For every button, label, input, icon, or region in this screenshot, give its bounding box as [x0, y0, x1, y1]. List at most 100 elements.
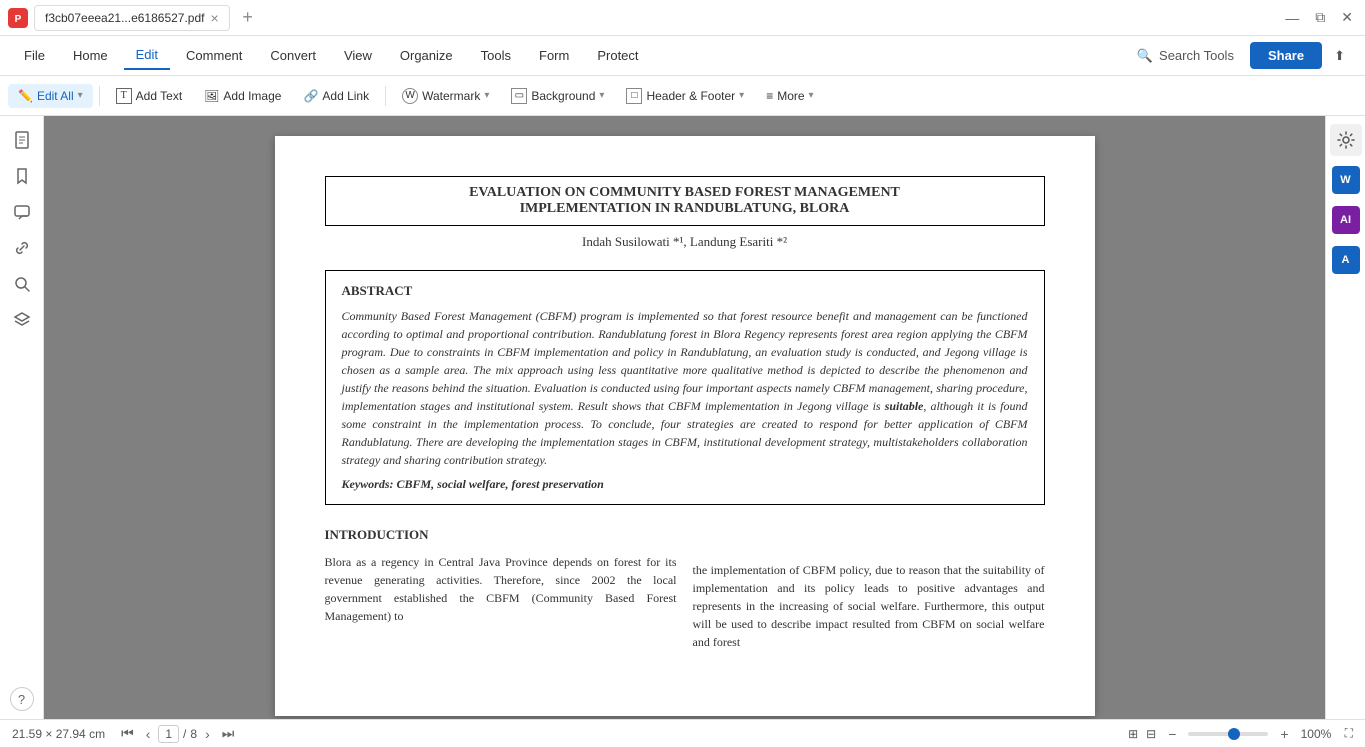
sidebar-comment-icon[interactable]	[6, 196, 38, 228]
word-plugin-icon[interactable]: W	[1330, 164, 1362, 196]
intro-title: INTRODUCTION	[325, 525, 677, 545]
page-navigation: ⏮ ‹ 1 / 8 › ⏭	[117, 723, 238, 744]
window-controls: — ⧉ ✕	[1281, 7, 1357, 28]
header-footer-label: Header & Footer	[646, 89, 735, 103]
chevron-down-icon4: ▾	[739, 90, 744, 101]
menu-organize[interactable]: Organize	[388, 42, 465, 69]
bottom-bar: 21.59 × 27.94 cm ⏮ ‹ 1 / 8 › ⏭ ⊞ ⊟ − + 1…	[0, 719, 1365, 747]
menu-view[interactable]: View	[332, 42, 384, 69]
background-label: Background	[531, 89, 595, 103]
chevron-down-icon5: ▾	[809, 90, 814, 101]
last-page-button[interactable]: ⏭	[218, 723, 239, 744]
toolbar: ✏️ Edit All ▾ T Add Text 🖼 Add Image 🔗 A…	[0, 76, 1365, 116]
zoom-slider[interactable]	[1188, 732, 1268, 736]
new-tab-button[interactable]: +	[236, 6, 260, 30]
first-page-button[interactable]: ⏮	[117, 723, 138, 744]
menu-home[interactable]: Home	[61, 42, 120, 69]
sidebar-search-icon[interactable]	[6, 268, 38, 300]
pdf-title-line1: EVALUATION ON COMMUNITY BASED FOREST MAN…	[346, 185, 1024, 201]
pdf-title-line2: IMPLEMENTATION IN RANDUBLATUNG, BLORA	[346, 201, 1024, 217]
sidebar-document-icon[interactable]	[6, 124, 38, 156]
add-image-label: Add Image	[223, 89, 281, 103]
menu-file[interactable]: File	[12, 42, 57, 69]
search-icon: 🔍	[1137, 48, 1153, 64]
word2-plugin-icon[interactable]: A	[1330, 244, 1362, 276]
two-column-section: INTRODUCTION Blora as a regency in Centr…	[325, 525, 1045, 651]
restore-button[interactable]: ⧉	[1311, 7, 1329, 28]
share-button[interactable]: Share	[1250, 42, 1322, 69]
separator	[99, 86, 100, 106]
fullscreen-button[interactable]: ⛶	[1345, 726, 1353, 741]
prev-page-button[interactable]: ‹	[142, 724, 155, 744]
fit-page-button[interactable]: ⊞	[1128, 727, 1138, 741]
sidebar-link-icon[interactable]	[6, 232, 38, 264]
intro-col2: the implementation of CBFM policy, due t…	[693, 525, 1045, 651]
minimize-button[interactable]: —	[1281, 8, 1303, 28]
close-button[interactable]: ✕	[1337, 7, 1357, 28]
watermark-button[interactable]: W Watermark ▾	[392, 83, 499, 109]
menu-tools[interactable]: Tools	[469, 42, 523, 69]
upload-icon: ⬆	[1334, 48, 1345, 64]
image-icon: 🖼	[204, 89, 219, 103]
pdf-page: EVALUATION ON COMMUNITY BASED FOREST MAN…	[275, 136, 1095, 716]
zoom-out-button[interactable]: −	[1164, 724, 1180, 744]
edit-all-label: Edit All	[37, 89, 74, 103]
add-text-button[interactable]: T Add Text	[106, 83, 192, 109]
keywords: Keywords: CBFM, social welfare, forest p…	[342, 477, 1028, 492]
more-button[interactable]: ≡ More ▾	[756, 84, 823, 108]
main-content[interactable]: EVALUATION ON COMMUNITY BASED FOREST MAN…	[44, 116, 1325, 719]
more-icon: ≡	[766, 89, 773, 103]
app-layout: ? EVALUATION ON COMMUNITY BASED FOREST M…	[0, 116, 1365, 719]
watermark-label: Watermark	[422, 89, 480, 103]
edit-icon: ✏️	[18, 89, 33, 103]
menu-bar: File Home Edit Comment Convert View Orga…	[0, 36, 1365, 76]
add-image-button[interactable]: 🖼 Add Image	[194, 84, 291, 108]
add-link-button[interactable]: 🔗 Add Link	[293, 84, 379, 108]
header-footer-icon: □	[626, 88, 642, 104]
sidebar-layers-icon[interactable]	[6, 304, 38, 336]
chevron-down-icon3: ▾	[599, 90, 604, 101]
add-text-label: Add Text	[136, 89, 182, 103]
zoom-thumb[interactable]	[1228, 728, 1240, 740]
intro-col1-text: Blora as a regency in Central Java Provi…	[325, 555, 677, 623]
page-dimensions: 21.59 × 27.94 cm	[12, 727, 105, 741]
page-separator: /	[183, 727, 186, 741]
sidebar-help-icon[interactable]: ?	[10, 687, 34, 711]
menu-protect[interactable]: Protect	[585, 42, 650, 69]
title-bar: P f3cb07eeea21...e6186527.pdf × + — ⧉ ✕	[0, 0, 1365, 36]
bottom-bar-right: ⊞ ⊟ − + 100% ⛶	[1128, 724, 1353, 744]
right-sidebar: W AI A	[1325, 116, 1365, 719]
sidebar-bookmark-icon[interactable]	[6, 160, 38, 192]
pdf-title: EVALUATION ON COMMUNITY BASED FOREST MAN…	[325, 176, 1045, 226]
background-button[interactable]: ▭ Background ▾	[501, 83, 614, 109]
tab-close-button[interactable]: ×	[210, 10, 218, 26]
menu-form[interactable]: Form	[527, 42, 581, 69]
authors-text: Indah Susilowati *¹, Landung Esariti *²	[582, 234, 787, 249]
pdf-authors: Indah Susilowati *¹, Landung Esariti *²	[325, 234, 1045, 250]
app-icon: P	[8, 8, 28, 28]
zoom-in-button[interactable]: +	[1276, 724, 1292, 744]
page-input[interactable]: 1	[158, 725, 179, 743]
edit-all-button[interactable]: ✏️ Edit All ▾	[8, 84, 93, 108]
menu-comment[interactable]: Comment	[174, 42, 254, 69]
menu-convert[interactable]: Convert	[258, 42, 328, 69]
zoom-percent: 100%	[1301, 727, 1337, 741]
fit-width-button[interactable]: ⊟	[1146, 727, 1156, 741]
intro-col1: INTRODUCTION Blora as a regency in Centr…	[325, 525, 677, 651]
keywords-text: CBFM, social welfare, forest preservatio…	[397, 477, 604, 491]
search-tools-button[interactable]: 🔍 Search Tools	[1125, 42, 1246, 70]
left-sidebar: ?	[0, 116, 44, 719]
tab-filename: f3cb07eeea21...e6186527.pdf	[45, 11, 204, 25]
upload-button[interactable]: ⬆	[1326, 44, 1353, 68]
next-page-button[interactable]: ›	[201, 724, 214, 744]
background-icon: ▭	[511, 88, 527, 104]
chevron-down-icon: ▾	[78, 90, 83, 101]
search-tools-label: Search Tools	[1159, 48, 1234, 63]
ai-plugin-icon[interactable]: AI	[1330, 204, 1362, 236]
right-settings-icon[interactable]	[1330, 124, 1362, 156]
current-tab[interactable]: f3cb07eeea21...e6186527.pdf ×	[34, 5, 230, 31]
menu-edit[interactable]: Edit	[124, 41, 170, 70]
add-link-label: Add Link	[322, 89, 369, 103]
abstract-text: Community Based Forest Management (CBFM)…	[342, 307, 1028, 469]
header-footer-button[interactable]: □ Header & Footer ▾	[616, 83, 754, 109]
